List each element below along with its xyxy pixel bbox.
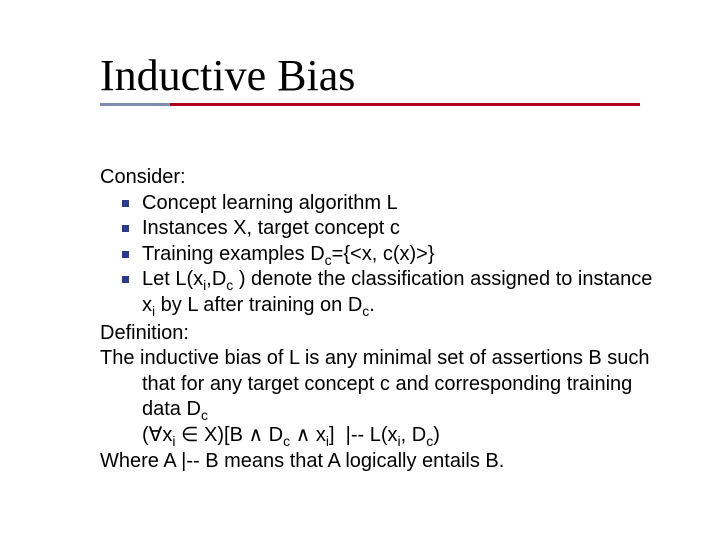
page-title: Inductive Bias — [100, 50, 660, 105]
bullet-text: Training examples Dc={<x, c(x)>} — [142, 243, 435, 265]
list-item: Instances X, target concept c — [100, 216, 660, 242]
bullet-text: Let L(xi,Dc ) denote the classification … — [142, 268, 652, 316]
definition-label: Definition: — [100, 321, 660, 347]
definition-body: The inductive bias of L is any minimal s… — [100, 346, 660, 423]
where-line: Where A |-- B means that A logically ent… — [100, 449, 660, 475]
title-underline — [100, 103, 640, 106]
list-item: Training examples Dc={<x, c(x)>} — [100, 242, 660, 268]
list-item: Let L(xi,Dc ) denote the classification … — [100, 267, 660, 318]
definition-formula: (∀xi ∈ X)[B ∧ Dc ∧ xi] |-- L(xi, Dc) — [100, 423, 660, 449]
bullet-text: Concept learning algorithm L — [142, 192, 398, 214]
bullet-text: Instances X, target concept c — [142, 217, 400, 239]
consider-list: Concept learning algorithm L Instances X… — [100, 191, 660, 319]
list-item: Concept learning algorithm L — [100, 191, 660, 217]
consider-label: Consider: — [100, 165, 660, 191]
slide-body: Consider: Concept learning algorithm L I… — [100, 165, 660, 474]
